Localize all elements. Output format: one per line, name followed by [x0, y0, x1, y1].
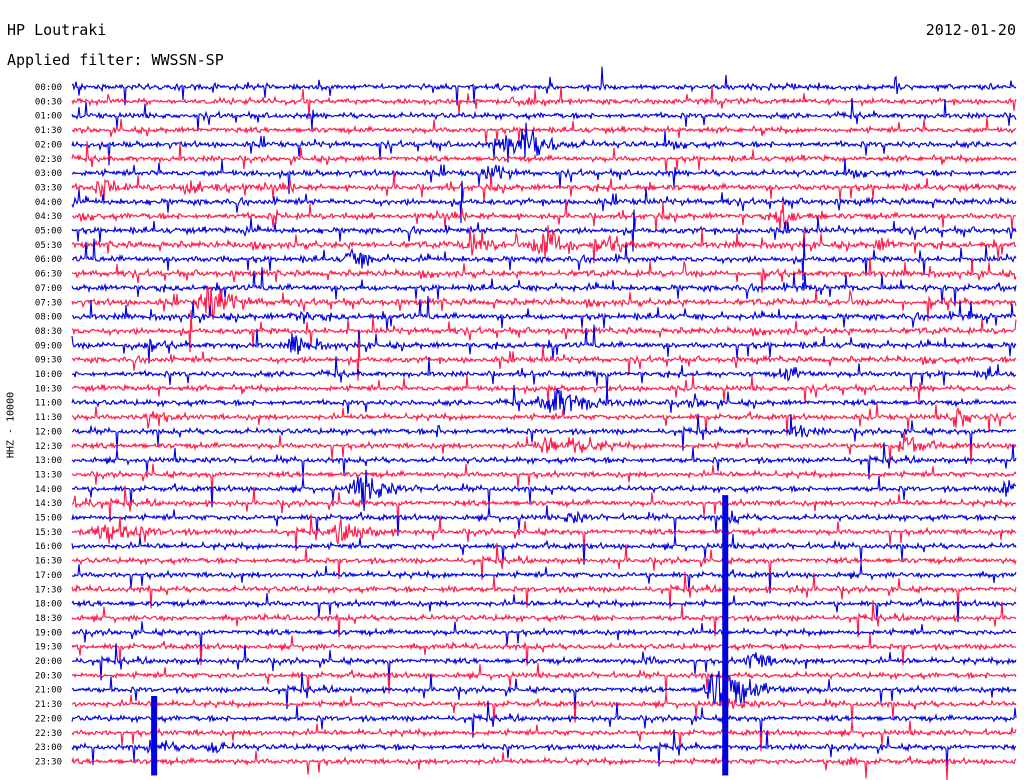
time-tick-label: 06:00	[35, 255, 62, 265]
time-tick-label: 22:00	[35, 714, 62, 724]
time-tick-label: 15:30	[35, 528, 62, 538]
time-tick-label: 10:30	[35, 384, 62, 394]
time-tick-label: 14:00	[35, 485, 62, 495]
time-tick-label: 00:30	[35, 97, 62, 107]
time-tick-label: 03:00	[35, 169, 62, 179]
time-tick-label: 18:00	[35, 600, 62, 610]
trace-line	[71, 750, 1017, 780]
trace-line	[71, 384, 1017, 416]
time-tick-label: 02:30	[35, 155, 62, 165]
time-tick-label: 04:30	[35, 212, 62, 222]
time-tick-label: 07:30	[35, 298, 62, 308]
time-tick-label: 12:00	[35, 427, 62, 437]
time-tick-label: 17:30	[35, 585, 62, 595]
time-tick-label: 08:30	[35, 327, 62, 337]
time-tick-label: 19:30	[35, 643, 62, 653]
time-tick-label: 00:00	[35, 83, 62, 93]
time-tick-labels: 00:00 00:30 01:00 01:30 02:00 02:30 03:00 03:30…	[35, 83, 62, 767]
time-tick-label: 07:00	[35, 284, 62, 294]
time-tick-label: 16:00	[35, 542, 62, 552]
time-tick-label: 06:30	[35, 270, 62, 280]
time-tick-label: 02:00	[35, 140, 62, 150]
time-tick-label: 17:00	[35, 571, 62, 581]
time-tick-label: 11:30	[35, 413, 62, 423]
time-tick-label: 15:00	[35, 514, 62, 524]
time-tick-label: 09:30	[35, 356, 62, 366]
time-tick-label: 18:30	[35, 614, 62, 624]
trace-line	[71, 66, 1017, 106]
time-tick-label: 08:00	[35, 313, 62, 323]
time-tick-label: 16:30	[35, 557, 62, 567]
trace-line	[71, 463, 1017, 494]
seismogram-chart: 00:00 00:30 01:00 01:30 02:00 02:30 03:00 03:30…	[35, 66, 1017, 780]
time-tick-label: 04:00	[35, 198, 62, 208]
trace-line	[72, 199, 1017, 232]
time-tick-label: 20:00	[35, 657, 62, 667]
time-tick-label: 12:30	[35, 442, 62, 452]
time-tick-label: 21:00	[35, 686, 62, 696]
time-tick-label: 05:30	[35, 241, 62, 251]
trace-lines	[71, 66, 1017, 780]
time-tick-label: 14:30	[35, 499, 62, 509]
time-tick-label: 10:00	[35, 370, 62, 380]
time-tick-label: 01:30	[35, 126, 62, 136]
large-event-mark	[722, 495, 729, 776]
trace-line	[71, 116, 1016, 144]
time-tick-label: 21:30	[35, 700, 62, 710]
time-tick-label: 13:30	[35, 470, 62, 480]
trace-line	[71, 171, 1017, 203]
time-tick-label: 05:00	[35, 227, 62, 237]
time-tick-label: 09:00	[35, 341, 62, 351]
time-tick-label: 23:30	[35, 757, 62, 767]
time-tick-label: 13:00	[35, 456, 62, 466]
time-tick-label: 22:30	[35, 729, 62, 739]
time-tick-label: 20:30	[35, 671, 62, 681]
large-event-mark	[151, 696, 158, 776]
time-tick-label: 19:00	[35, 628, 62, 638]
trace-line	[71, 374, 1017, 404]
time-tick-label: 11:00	[35, 399, 62, 409]
time-tick-label: 03:30	[35, 183, 62, 193]
time-tick-label: 01:00	[35, 112, 62, 122]
time-tick-label: 23:00	[35, 743, 62, 753]
